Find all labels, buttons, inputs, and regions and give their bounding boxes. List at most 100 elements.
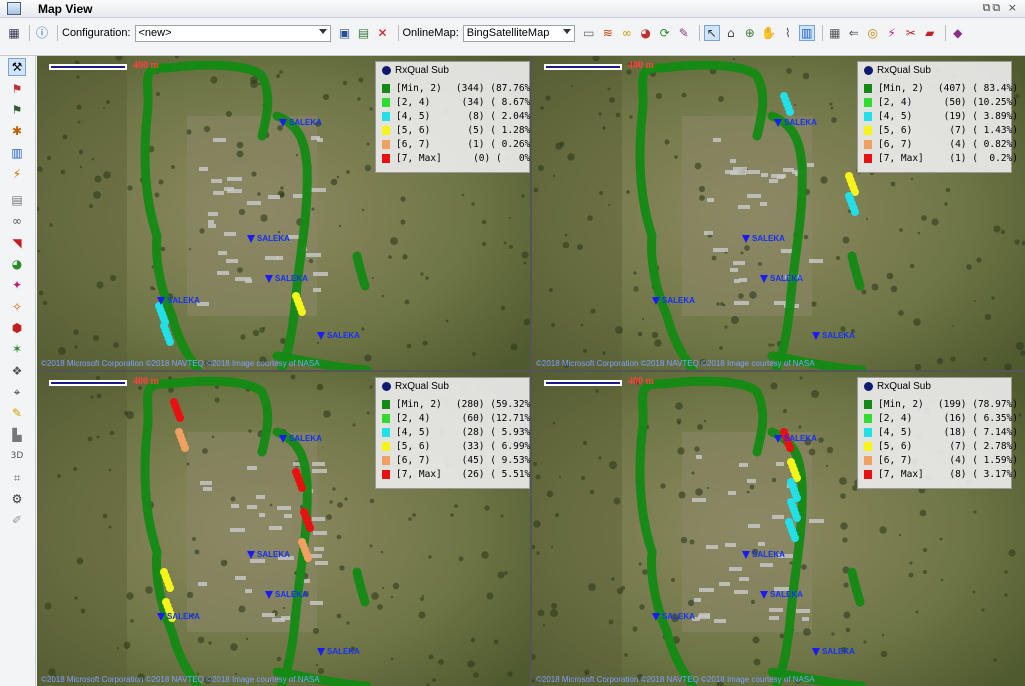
map-pane[interactable]: 400 m SALEKA SALEKA SALEKA SALEKA SALEKA RxQua… (532, 372, 1025, 686)
legend-count: (407) ( 83.4%) (937, 83, 1018, 94)
site-label: SALEKA (257, 234, 290, 243)
lasso-icon[interactable]: ⌇ (780, 25, 796, 41)
location-icon[interactable]: ⬢ (8, 319, 26, 337)
pie-icon[interactable]: ◕ (8, 255, 26, 273)
site-marker[interactable]: SALEKA (265, 590, 308, 599)
route-icon[interactable]: ≋ (600, 25, 616, 41)
site-marker[interactable]: SALEKA (157, 296, 200, 305)
tool-icon[interactable]: ⚙ (8, 490, 26, 508)
pencil-icon[interactable]: ✎ (8, 404, 26, 422)
refresh-icon[interactable]: ⟳ (657, 25, 673, 41)
tools-icon[interactable]: ✂ (903, 25, 919, 41)
site-icon[interactable]: ◥ (8, 234, 26, 252)
legend-count: (7) ( 1.43%) (949, 125, 1018, 136)
pie-icon[interactable]: ◕ (638, 25, 654, 41)
home-icon[interactable]: ⌂ (723, 25, 739, 41)
legend-count: (45) ( 9.53%) (461, 455, 530, 466)
pin-icon[interactable]: ✐ (8, 511, 26, 529)
site-marker[interactable]: SALEKA (317, 647, 360, 656)
save-icon[interactable]: ▣ (337, 25, 353, 41)
briefcase-icon[interactable]: ▰ (922, 25, 938, 41)
site-marker[interactable]: SALEKA (279, 434, 322, 443)
legend-count: (5) ( 1.28%) (467, 125, 530, 136)
frame-icon[interactable]: ⌗ (8, 469, 26, 487)
measure-icon[interactable]: ✎ (676, 25, 692, 41)
antenna-icon (265, 590, 273, 599)
select-arrow-icon[interactable]: ↖ (703, 25, 720, 41)
site-marker[interactable]: SALEKA (760, 274, 803, 283)
site-label: SALEKA (289, 434, 322, 443)
layer-icon (382, 66, 391, 75)
point-icon[interactable]: ✱ (8, 122, 26, 140)
3d-icon[interactable]: 3D (8, 447, 26, 465)
site-marker[interactable]: SALEKA (742, 550, 785, 559)
window-controls[interactable]: ⧉⧉ × (983, 1, 1019, 15)
legend-count: (26) ( 5.51%) (461, 469, 530, 480)
site-marker[interactable]: SALEKA (774, 434, 817, 443)
map-layers-icon[interactable]: ▭ (581, 25, 597, 41)
polygon-icon[interactable]: ✧ (8, 298, 26, 316)
site-label: SALEKA (289, 118, 322, 127)
legend-swatch (864, 470, 872, 479)
cluster-icon[interactable]: ❖ (8, 362, 26, 380)
antenna-icon (317, 331, 325, 340)
legend-range: [5, 6) (878, 441, 913, 452)
pan-icon[interactable]: ✋ (761, 25, 777, 41)
site-marker[interactable]: SALEKA (317, 331, 360, 340)
route-sub-icon[interactable]: ⚑ (8, 101, 26, 119)
scale-bar (49, 64, 127, 70)
layout-icon[interactable]: ▦ (6, 25, 22, 41)
site-marker[interactable]: SALEKA (774, 118, 817, 127)
site-marker[interactable]: SALEKA (265, 274, 308, 283)
legend-row: [2, 4) (50) (10.25%) (864, 96, 1018, 109)
site-marker[interactable]: SALEKA (760, 590, 803, 599)
antenna-icon (742, 550, 750, 559)
site-marker[interactable]: SALEKA (742, 234, 785, 243)
site-label: SALEKA (752, 550, 785, 559)
site-marker[interactable]: SALEKA (652, 612, 695, 621)
select-icon[interactable]: ⚒ (8, 58, 26, 76)
ruler-icon[interactable]: ▤ (8, 191, 26, 209)
onlinemap-value: BingSatelliteMap (466, 26, 550, 39)
onlinemap-select[interactable]: BingSatelliteMap (462, 24, 575, 42)
site-marker[interactable]: SALEKA (652, 296, 695, 305)
export-icon[interactable]: ▤ (356, 25, 372, 41)
site-marker[interactable]: SALEKA (812, 647, 855, 656)
table-icon[interactable]: ▥ (8, 144, 26, 162)
site-marker[interactable]: SALEKA (247, 550, 290, 559)
site-marker[interactable]: SALEKA (157, 612, 200, 621)
link-icon[interactable]: ∞ (619, 25, 635, 41)
configuration-select[interactable]: <new> (134, 24, 331, 42)
site-marker[interactable]: SALEKA (279, 118, 322, 127)
antenna-icon[interactable]: ✶ (8, 340, 26, 358)
site-marker[interactable]: SALEKA (247, 234, 290, 243)
site-label: SALEKA (167, 296, 200, 305)
crosshair-icon[interactable]: ⌖ (8, 383, 26, 401)
grid-icon[interactable]: ▦ (827, 25, 843, 41)
info-icon[interactable]: ⓘ (34, 25, 50, 41)
target-icon[interactable]: ◎ (865, 25, 881, 41)
legend-row: [Min, 2) (199) (78.97%) (864, 398, 1018, 411)
map-pane[interactable]: 400 m SALEKA SALEKA SALEKA SALEKA SALEKA RxQua… (37, 56, 530, 370)
map-pane[interactable]: 400 m SALEKA SALEKA SALEKA SALEKA SALEKA RxQua… (532, 56, 1025, 370)
route-icon[interactable]: ⚑ (8, 80, 26, 98)
direction-icon[interactable]: ⇐ (846, 25, 862, 41)
chart-icon[interactable]: ▥ (798, 25, 815, 41)
legend-title: RxQual Sub (864, 381, 931, 392)
map-copyright: ©2018 Microsoft Corporation ©2018 NAVTEQ… (536, 359, 815, 368)
site-label: SALEKA (770, 590, 803, 599)
zoom-icon[interactable]: ⊕ (742, 25, 758, 41)
legend-row: [7, Max] (1) ( 0.2%) (864, 152, 1018, 165)
site-marker[interactable]: SALEKA (812, 331, 855, 340)
flag-icon[interactable]: ✦ (8, 276, 26, 294)
book-icon[interactable]: ◆ (950, 25, 966, 41)
delete-icon[interactable]: ✕ (375, 25, 391, 41)
legend-count: (8) ( 3.17%) (949, 469, 1018, 480)
signal-icon[interactable]: ⚡ (8, 165, 26, 183)
link-icon[interactable]: ∞ (8, 212, 26, 230)
antenna-icon[interactable]: ⚡ (884, 25, 900, 41)
antenna-icon (652, 612, 660, 621)
chart-area-icon[interactable]: ▙ (8, 426, 26, 444)
map-pane[interactable]: 400 m SALEKA SALEKA SALEKA SALEKA SALEKA RxQua… (37, 372, 530, 686)
legend-range: [Min, 2) (878, 399, 924, 410)
